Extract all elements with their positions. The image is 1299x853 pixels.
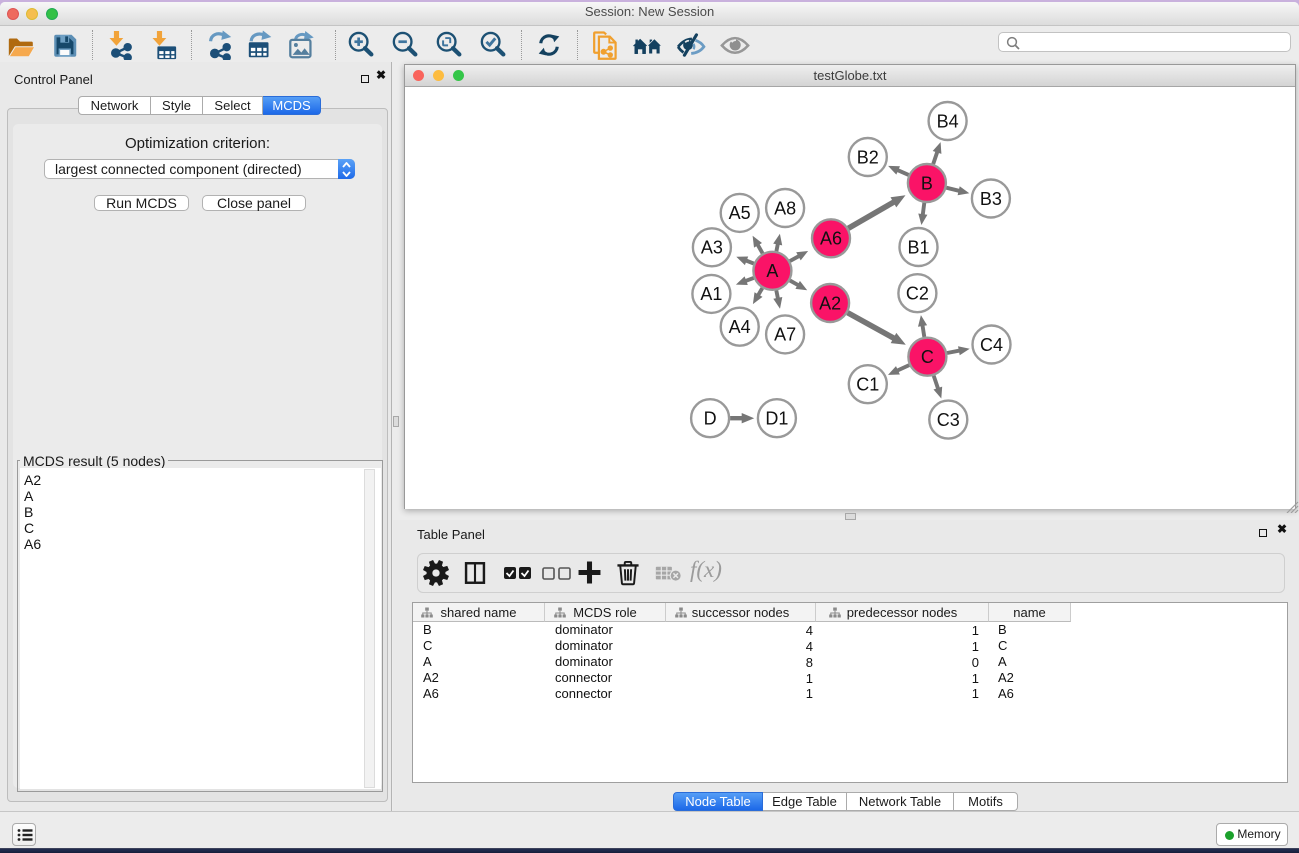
svg-text:C: C (921, 347, 934, 367)
svg-text:B1: B1 (907, 237, 929, 257)
svg-text:B2: B2 (857, 147, 879, 167)
svg-text:C4: C4 (980, 335, 1003, 355)
svg-text:C1: C1 (856, 375, 879, 395)
svg-text:A8: A8 (774, 198, 796, 218)
svg-text:B: B (921, 173, 933, 193)
svg-text:A2: A2 (819, 293, 841, 313)
svg-text:B4: B4 (937, 111, 959, 131)
svg-text:A4: A4 (729, 317, 751, 337)
svg-text:A6: A6 (820, 229, 842, 249)
svg-text:A5: A5 (729, 203, 751, 223)
svg-text:D: D (704, 409, 717, 429)
svg-text:A: A (766, 261, 778, 281)
svg-text:A1: A1 (700, 284, 722, 304)
svg-text:A3: A3 (701, 238, 723, 258)
svg-text:B3: B3 (980, 189, 1002, 209)
svg-text:C3: C3 (937, 410, 960, 430)
svg-text:D1: D1 (765, 409, 788, 429)
svg-text:C2: C2 (906, 284, 929, 304)
svg-text:A7: A7 (774, 325, 796, 345)
